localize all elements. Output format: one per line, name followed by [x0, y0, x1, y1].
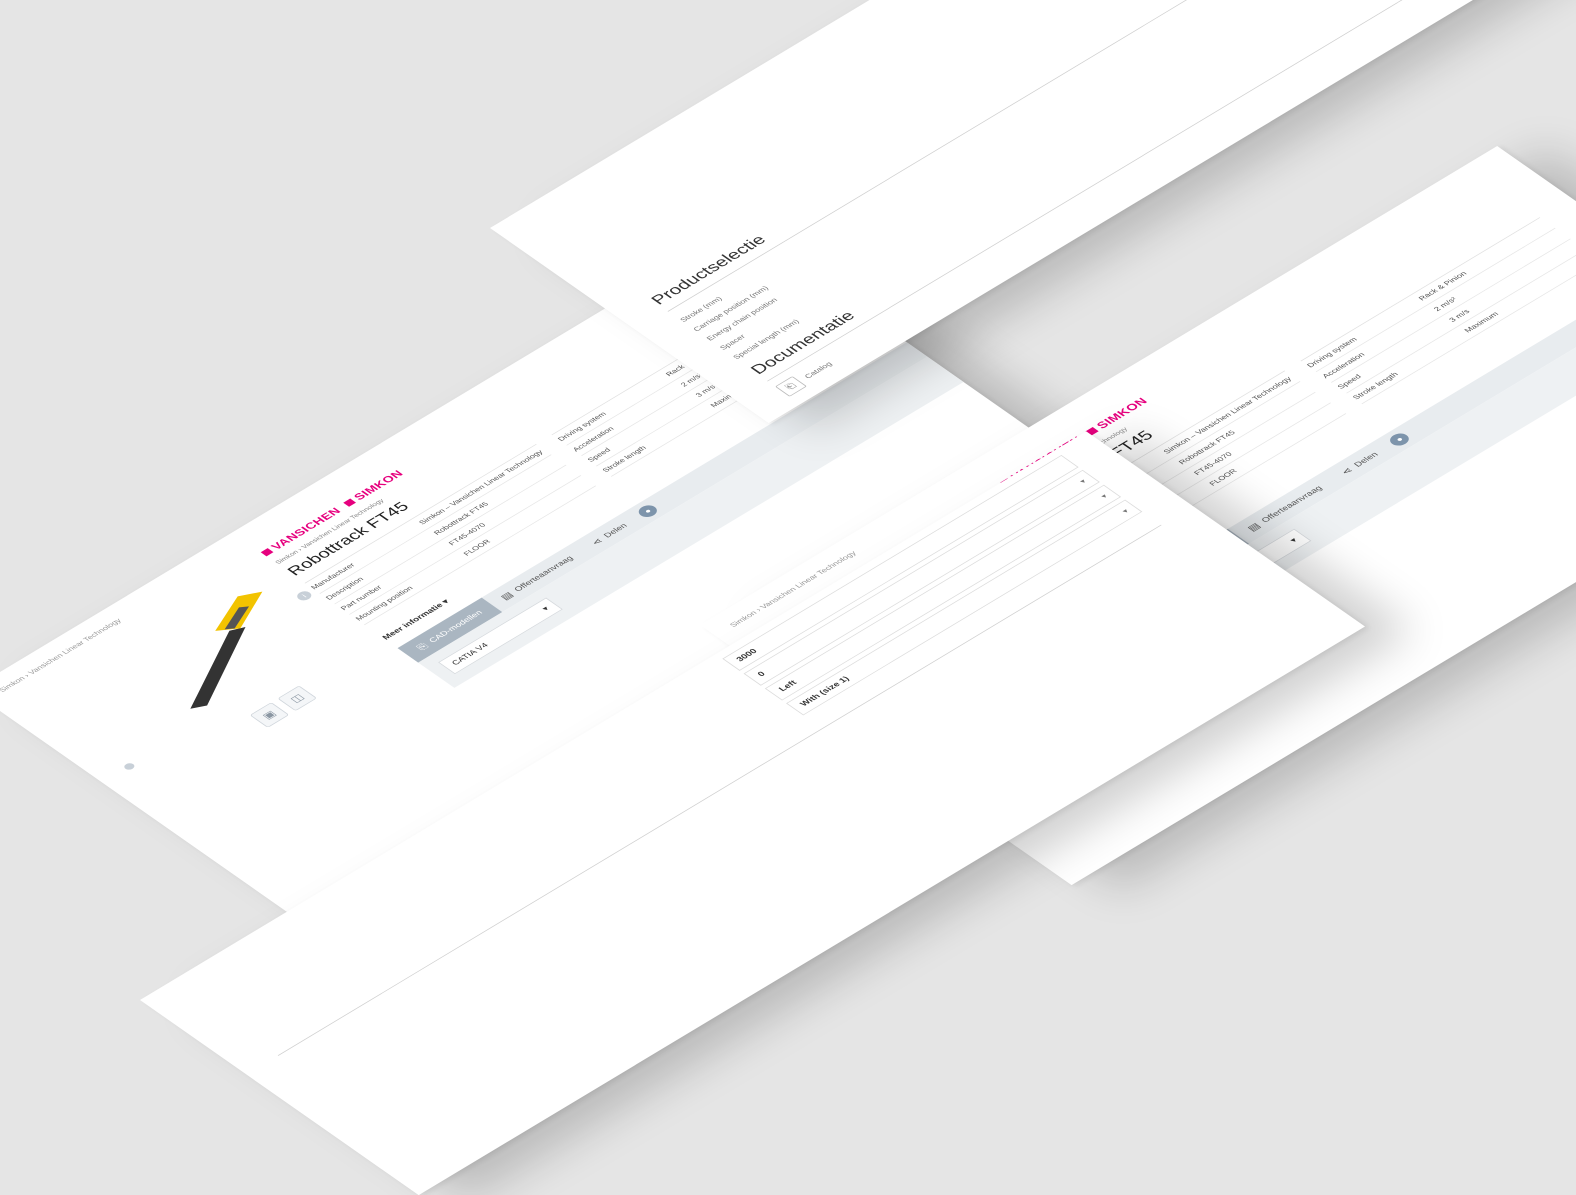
carousel-dot[interactable] — [122, 761, 137, 772]
camera-icon[interactable]: ◫ — [277, 685, 318, 712]
document-icon: ▤ — [497, 590, 516, 602]
cad-file-icon: ⎘ — [413, 641, 431, 652]
chevron-down-icon: ▾ — [1120, 507, 1130, 514]
top-breadcrumb: Simkon › Vansichen Linear Technology — [0, 617, 123, 694]
chevron-down-icon: ▾ — [1287, 536, 1300, 545]
chevron-down-icon: ▾ — [1078, 478, 1088, 485]
thumbnail-row: ▣ ◫ — [249, 685, 318, 728]
file-icon: ⎗ — [775, 376, 807, 397]
chevron-down-icon: ▾ — [1099, 492, 1109, 500]
share-icon: ⋖ — [588, 536, 606, 548]
user-icon[interactable]: ● — [635, 502, 661, 520]
chevron-down-icon: ▾ — [540, 605, 552, 613]
document-icon: ▤ — [1244, 521, 1263, 534]
image-thumbnail-icon[interactable]: ▣ — [249, 702, 290, 728]
share-icon: ⋖ — [1338, 465, 1356, 477]
user-icon[interactable]: ● — [1386, 430, 1413, 448]
info-icon[interactable]: i — [294, 589, 315, 603]
